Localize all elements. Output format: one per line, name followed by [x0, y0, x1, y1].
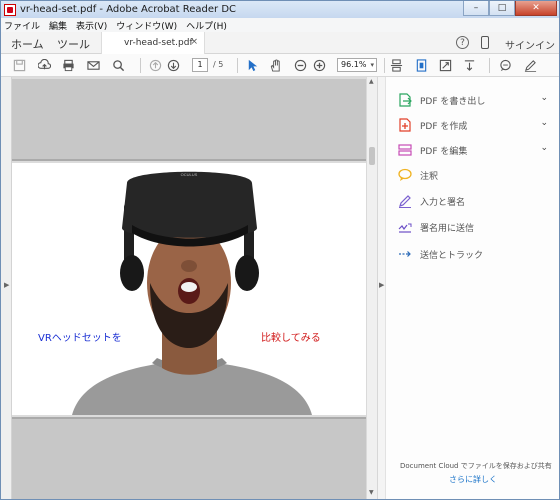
tool-send-track[interactable]: 送信とトラック: [398, 245, 558, 263]
send-sign-icon: [398, 223, 412, 233]
zoom-level-select[interactable]: 96.1% ▾: [337, 58, 377, 72]
tool-label: 注釈: [420, 171, 439, 182]
minimize-button[interactable]: –: [463, 1, 489, 16]
chevron-down-icon: ▾: [370, 61, 374, 69]
menu-file[interactable]: ファイル: [4, 19, 40, 32]
next-page-top: [12, 417, 366, 499]
menu-help[interactable]: ヘルプ(H): [186, 19, 227, 32]
tool-label: PDF を作成: [420, 121, 468, 132]
tool-comment[interactable]: 注釈: [398, 166, 558, 184]
pen-icon[interactable]: [524, 59, 537, 72]
page-number-input[interactable]: 1: [192, 58, 208, 72]
title-bar[interactable]: vr-head-set.pdf - Adobe Acrobat Reader D…: [1, 1, 559, 18]
toolbar-divider: [237, 58, 238, 73]
previous-page-icon[interactable]: [149, 59, 162, 72]
close-tab-icon[interactable]: ×: [190, 37, 198, 47]
tool-label: PDF を編集: [420, 146, 468, 157]
sign-in-link[interactable]: サインイン: [505, 37, 555, 52]
window-controls: – □ ✕: [463, 1, 557, 16]
tab-document[interactable]: vr-head-set.pdf ×: [101, 32, 205, 54]
document-cloud-promo: Document Cloud でファイルを保存および共有: [400, 462, 552, 470]
learn-more-link[interactable]: さらに詳しく: [449, 474, 497, 485]
toolbar-divider: [140, 58, 141, 73]
mobile-link-icon[interactable]: [481, 36, 489, 49]
close-window-button[interactable]: ✕: [515, 1, 557, 16]
save-icon[interactable]: [13, 59, 26, 72]
create-pdf-icon: [399, 118, 411, 132]
menu-edit[interactable]: 編集: [49, 19, 67, 32]
caption-left: VRヘッドセットを: [38, 333, 122, 344]
menu-window[interactable]: ウィンドウ(W): [116, 19, 177, 32]
scroll-down-icon[interactable]: ▼: [369, 489, 374, 496]
pdf-page: OCULUS VRヘッドセットを 比較してみる: [12, 163, 366, 415]
hand-tool-icon[interactable]: [269, 59, 282, 72]
next-page-icon[interactable]: [167, 59, 180, 72]
chevron-down-icon[interactable]: ⌄: [540, 143, 548, 153]
previous-page-bottom: [12, 79, 366, 161]
chevron-right-icon: ▶: [4, 281, 10, 289]
download-tray-icon[interactable]: [463, 59, 476, 72]
zoom-in-icon[interactable]: [313, 59, 326, 72]
chevron-down-icon[interactable]: ⌄: [540, 93, 548, 103]
menu-bar: ファイル 編集 表示(V) ウィンドウ(W) ヘルプ(H): [1, 18, 559, 32]
maximize-button[interactable]: □: [489, 1, 515, 16]
fill-sign-icon: [399, 195, 411, 208]
tool-edit-pdf[interactable]: PDF を編集 ⌄: [398, 141, 558, 159]
export-pdf-icon: [399, 93, 412, 107]
tool-export-pdf[interactable]: PDF を書き出し ⌄: [398, 91, 558, 109]
window-title: vr-head-set.pdf - Adobe Acrobat Reader D…: [20, 4, 237, 15]
vr-headset-photo: OCULUS: [72, 171, 312, 415]
left-panel-toggle[interactable]: ▶: [1, 77, 12, 499]
comment-bubble-icon[interactable]: [499, 59, 512, 72]
print-icon[interactable]: [62, 59, 75, 72]
toolbar-divider: [384, 58, 385, 73]
menu-view[interactable]: 表示(V): [76, 19, 107, 32]
toolbar-divider: [489, 58, 490, 73]
acrobat-window: vr-head-set.pdf - Adobe Acrobat Reader D…: [0, 0, 560, 500]
caption-right: 比較してみる: [261, 333, 321, 344]
document-tab-label: vr-head-set.pdf: [124, 38, 193, 48]
chevron-right-icon: ▶: [379, 281, 385, 289]
send-track-icon: [399, 251, 411, 257]
edit-pdf-icon: [398, 144, 412, 156]
fit-page-icon[interactable]: [415, 59, 428, 72]
document-view[interactable]: ▶ OCULUS VRヘッドセットを 比較してみる ▲ ▼: [1, 77, 377, 499]
headset-brand: OCULUS: [181, 172, 198, 177]
vertical-scrollbar[interactable]: ▲ ▼: [366, 77, 377, 499]
comment-icon: [398, 168, 412, 181]
tool-label: 送信とトラック: [420, 250, 484, 261]
tool-label: 入力と署名: [420, 197, 466, 208]
page-total: / 5: [213, 60, 224, 69]
scrollbar-thumb[interactable]: [369, 147, 375, 165]
help-icon[interactable]: ?: [456, 36, 469, 49]
full-screen-icon[interactable]: [439, 59, 452, 72]
tool-send-for-signature[interactable]: 署名用に送信: [398, 218, 558, 236]
upload-cloud-icon[interactable]: [38, 59, 51, 72]
scroll-up-icon[interactable]: ▲: [369, 78, 374, 85]
tools-pane: PDF を書き出し ⌄ PDF を作成 ⌄ PDF を編集 ⌄ 注釈 入力と署名…: [385, 77, 559, 499]
zoom-out-icon[interactable]: [294, 59, 307, 72]
right-panel-toggle[interactable]: ▶: [377, 77, 385, 499]
acrobat-app-icon: [4, 3, 16, 16]
tab-tools[interactable]: ツール: [57, 36, 90, 52]
tool-label: PDF を書き出し: [420, 96, 486, 107]
tab-home[interactable]: ホーム: [11, 36, 44, 52]
zoom-level-value: 96.1%: [341, 60, 367, 69]
tab-bar: ホーム ツール vr-head-set.pdf × ? サインイン: [1, 32, 559, 54]
search-icon[interactable]: [112, 59, 125, 72]
email-icon[interactable]: [87, 59, 100, 72]
toolbar: 1 / 5 96.1% ▾: [1, 54, 559, 77]
tool-fill-sign[interactable]: 入力と署名: [398, 192, 558, 210]
chevron-down-icon[interactable]: ⌄: [540, 118, 548, 128]
scroll-mode-icon[interactable]: [390, 59, 403, 72]
tool-create-pdf[interactable]: PDF を作成 ⌄: [398, 116, 558, 134]
select-cursor-icon[interactable]: [246, 59, 259, 72]
tool-label: 署名用に送信: [420, 223, 475, 234]
